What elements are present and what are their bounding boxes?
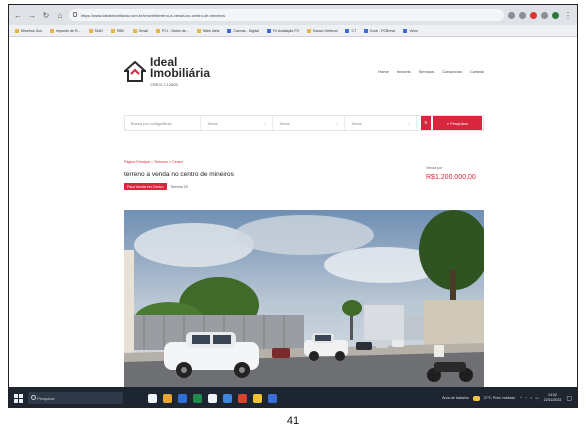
listing-tags: Para Venda em Centro Terreno 20 (124, 183, 188, 190)
extension-icon[interactable] (519, 11, 526, 19)
reload-icon[interactable]: ↻ (41, 11, 51, 20)
price-value: R$1.200.000,00 (426, 174, 476, 181)
screenshot-frame: ← → ↻ ⌂ https://www.idealimobiliaria.com… (8, 4, 578, 408)
chevron-down-icon: ⌄ (406, 120, 410, 126)
reference-code: Terreno 20 (170, 184, 188, 189)
volume-icon[interactable]: ◖ (530, 396, 532, 400)
bookmark-item[interactable]: PCI - Vistos de... (155, 28, 189, 33)
folder-icon[interactable] (253, 393, 262, 403)
site-icon (403, 28, 408, 33)
property-photo[interactable] (124, 210, 484, 393)
outlook-icon[interactable] (268, 393, 277, 403)
edge-icon[interactable] (223, 393, 232, 403)
folder-icon (307, 28, 312, 33)
street-photo-illustration (124, 210, 484, 393)
weather-widget[interactable]: Área de trabalho 27°C Pred. nublado (442, 395, 516, 401)
chrome-icon[interactable] (238, 393, 247, 403)
site-icon (227, 28, 232, 33)
file-explorer-icon[interactable] (163, 393, 172, 403)
bookmark-item[interactable]: Gmail (132, 28, 148, 33)
bookmarks-bar: Mineiros Gov Imposto de R... SIAD RBC Gm… (9, 25, 577, 37)
windows-start-icon[interactable] (14, 393, 23, 403)
folder-icon (196, 28, 201, 33)
back-icon[interactable]: ← (13, 11, 23, 20)
extension-icon[interactable] (530, 11, 537, 19)
listing-title: terreno a venda no centro de mineiros (124, 171, 234, 178)
site-header: Ideal Imobiliária CRECI J 12600 Home Imó… (124, 56, 484, 97)
browser-toolbar: ← → ↻ ⌂ https://www.idealimobiliaria.com… (9, 5, 577, 25)
taskbar-search-input[interactable]: Pesquisar (28, 392, 123, 404)
breadcrumb[interactable]: Página Principal > Terrenos > Centro (124, 160, 183, 164)
menu-kebab-icon[interactable]: ⋮ (563, 11, 573, 20)
neighborhood-select[interactable]: Todos ⌄ (345, 116, 417, 130)
taskbar-clock[interactable]: 14:02 22/11/2023 (544, 393, 562, 403)
chevron-up-icon[interactable]: ^ (520, 396, 522, 400)
site-icon (266, 28, 271, 33)
extension-icon[interactable] (508, 11, 515, 19)
site-icon (364, 28, 369, 33)
bookmark-item[interactable]: Banco Ombrod (307, 28, 337, 33)
price-label: Venda por (426, 166, 443, 170)
taskbar-apps (148, 393, 277, 403)
bookmark-item[interactable]: Vetor (403, 28, 418, 33)
main-nav: Home Imóveis Serviços Consórcios Contato (378, 69, 484, 74)
desktop-label: Área de trabalho (442, 396, 469, 400)
page-number: 41 (286, 415, 300, 427)
bookmark-item[interactable]: Sites úteis (196, 28, 219, 33)
weather-text: 27°C Pred. nublado (483, 396, 516, 400)
filter-button[interactable]: ≡ (421, 116, 431, 130)
bookmark-item[interactable]: SIAD (88, 28, 103, 33)
bookmark-item[interactable]: Fri Avaliação PC (266, 28, 299, 33)
network-icon[interactable]: ◔ (525, 396, 527, 400)
folder-icon (110, 28, 115, 33)
home-icon[interactable]: ⌂ (55, 11, 65, 20)
city-select[interactable]: Todos ⌄ (273, 116, 345, 130)
battery-icon[interactable]: ▭ (535, 396, 538, 400)
web-page: Ideal Imobiliária CRECI J 12600 Home Imó… (9, 37, 577, 393)
property-search-bar: Busca por código/título Todos ⌄ Todos ⌄ To… (124, 115, 484, 131)
code-search-input[interactable]: Busca por código/título (125, 116, 201, 130)
bookmark-item[interactable]: Mineiros Gov (15, 28, 42, 33)
search-button[interactable]: ⌕ Pesquisar (433, 116, 482, 130)
bookmark-item[interactable]: Imposto de R... (50, 28, 81, 33)
system-tray: ^ ◔ ◖ ▭ (520, 396, 538, 400)
windows-taskbar: Pesquisar Área de trabalho 27°C Pred. nu… (9, 387, 577, 407)
forward-icon[interactable]: → (27, 11, 37, 20)
chevron-down-icon: ⌄ (334, 120, 338, 126)
extension-icon[interactable] (541, 11, 548, 19)
bookmark-item[interactable]: RBC (110, 28, 125, 33)
nav-consortium[interactable]: Consórcios (442, 69, 462, 74)
folder-icon (15, 28, 19, 33)
sale-badge: Para Venda em Centro (124, 183, 167, 190)
bookmark-item[interactable]: CT (345, 28, 356, 33)
notification-icon[interactable]: ▢ (566, 395, 572, 402)
task-view-icon[interactable] (148, 393, 157, 403)
nav-contact[interactable]: Contato (470, 69, 484, 74)
weather-icon (472, 395, 480, 401)
folder-icon (132, 28, 137, 33)
type-select[interactable]: Todos ⌄ (201, 116, 273, 130)
app-icon[interactable] (208, 393, 217, 403)
url-text: https://www.idealimobiliaria.com.br/imov… (81, 12, 226, 18)
address-bar[interactable]: https://www.idealimobiliaria.com.br/imov… (69, 9, 504, 21)
creci-number: CRECI J 12600 (150, 82, 178, 87)
site-logo-text[interactable]: Ideal Imobiliária (150, 56, 210, 79)
nav-home[interactable]: Home (378, 69, 389, 74)
chevron-down-icon: ⌄ (262, 120, 266, 126)
nav-properties[interactable]: Imóveis (397, 69, 411, 74)
folder-icon (155, 28, 160, 33)
excel-icon[interactable] (193, 393, 202, 403)
folder-icon (88, 28, 93, 33)
lock-icon (73, 12, 77, 17)
folder-icon (50, 28, 55, 33)
word-icon[interactable] (178, 393, 187, 403)
site-icon (345, 28, 350, 33)
bookmark-item[interactable]: Kodr - PCBreve (364, 28, 395, 33)
house-logo-icon[interactable] (124, 61, 146, 83)
profile-avatar-icon[interactable] (552, 11, 559, 19)
nav-services[interactable]: Serviços (419, 69, 434, 74)
bookmark-item[interactable]: Canvas - Digital (227, 28, 259, 33)
